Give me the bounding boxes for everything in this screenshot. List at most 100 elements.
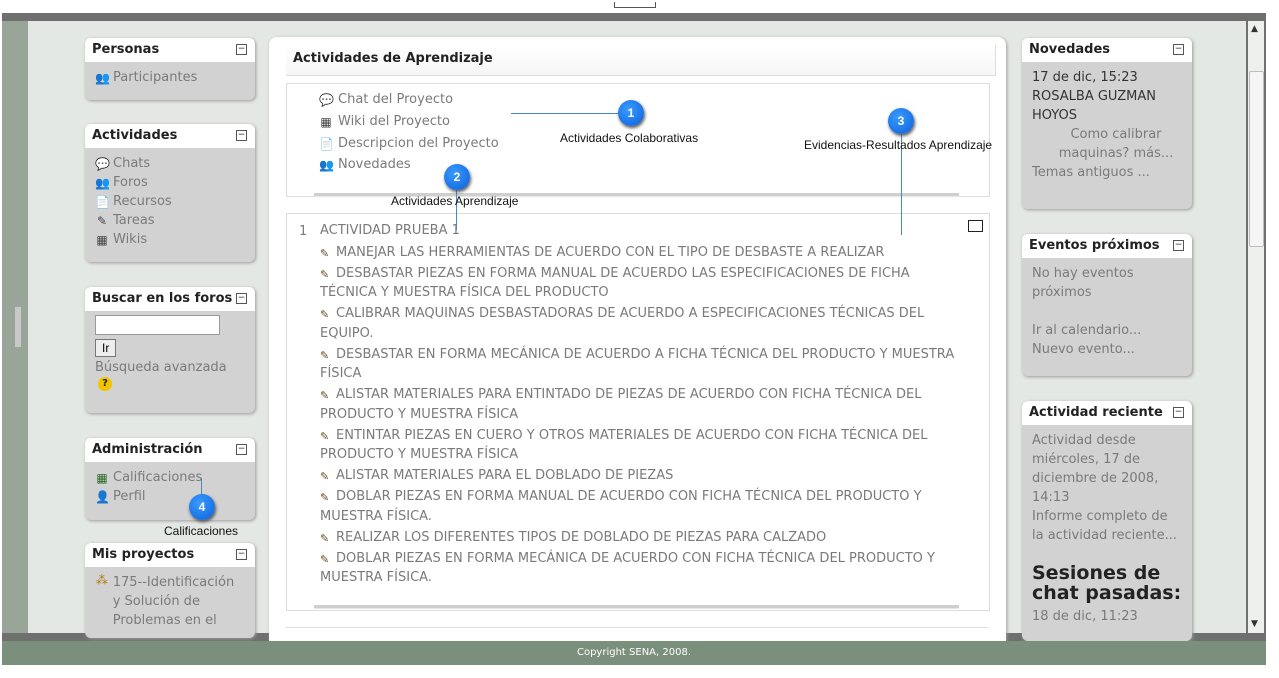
resource-icon: 📄 bbox=[95, 194, 110, 209]
highlight-section-checkbox[interactable] bbox=[968, 220, 983, 232]
users-icon: 👥 bbox=[95, 70, 110, 85]
assignment-link[interactable]: ✎ DOBLAR PIEZAS EN FORMA MANUAL DE ACUERD… bbox=[320, 487, 960, 526]
novedades-forum-link[interactable]: 👥 Novedades bbox=[319, 157, 411, 172]
callout-label-2: Actividades Aprendizaje bbox=[391, 194, 519, 208]
assignment-icon: ✎ bbox=[320, 308, 330, 321]
wiki-proyecto-link[interactable]: ▦ Wiki del Proyecto bbox=[319, 114, 450, 129]
block-eventos: Eventos próximos − No hay eventos próximo… bbox=[1022, 234, 1192, 376]
block-personas: Personas − 👥 Participantes bbox=[85, 38, 255, 100]
calendar-link[interactable]: Ir al calendario... bbox=[1032, 321, 1182, 340]
assignment-icon: ✎ bbox=[320, 389, 330, 402]
assignment-icon: ✎ bbox=[320, 552, 330, 566]
block-title: Administración bbox=[92, 442, 203, 457]
assignment-link[interactable]: ✎ MANEJAR LAS HERRAMIENTAS DE ACUERDO CON… bbox=[320, 243, 960, 263]
section-number: 1 bbox=[299, 224, 308, 239]
block-title: Personas bbox=[92, 42, 160, 57]
activity-link-recursos[interactable]: 📄 Recursos bbox=[95, 192, 245, 211]
assignment-link[interactable]: ✎ REALIZAR LOS DIFERENTES TIPOS DE DOBLAD… bbox=[320, 528, 960, 548]
section-separator bbox=[314, 605, 959, 609]
project-link[interactable]: 175--Identificación y Solución de Proble… bbox=[113, 573, 245, 630]
activity-link-foros[interactable]: 👥 Foros bbox=[95, 173, 245, 192]
callout-label-3: Evidencias-Resultados Aprendizaje bbox=[804, 138, 993, 152]
assignment-link[interactable]: ✎ DOBLAR PIEZAS EN FORMA MECÁNICA DE ACUE… bbox=[320, 549, 960, 588]
new-event-link[interactable]: Nuevo evento... bbox=[1032, 340, 1182, 359]
collapse-toggle[interactable]: − bbox=[1173, 407, 1184, 418]
assignment-icon: ✎ bbox=[320, 246, 330, 260]
block-novedades: Novedades − 17 de dic, 15:23 ROSALBA GUZM… bbox=[1022, 38, 1192, 209]
project-icon: ⁂ bbox=[95, 573, 108, 587]
grades-icon: ▦ bbox=[96, 470, 108, 485]
scroll-down-icon[interactable]: ▼ bbox=[1251, 619, 1258, 629]
grades-link[interactable]: ▦ Calificaciones bbox=[95, 468, 245, 487]
callout-label-1: Actividades Colaborativas bbox=[560, 131, 699, 145]
news-date: 17 de dic, 15:23 bbox=[1032, 70, 1138, 85]
callout-badge-2: 2 bbox=[444, 164, 470, 190]
assignment-link[interactable]: ✎ DESBASTAR EN FORMA MECÁNICA DE ACUERDO … bbox=[320, 345, 960, 384]
recent-since-text: Actividad desde miércoles, 17 de diciemb… bbox=[1032, 433, 1159, 505]
assignment-icon: ✎ bbox=[320, 267, 330, 281]
user-icon: 👤 bbox=[95, 489, 110, 504]
activity-link-wikis[interactable]: ▦ Wikis bbox=[95, 230, 245, 249]
block-title: Novedades bbox=[1029, 42, 1111, 57]
block-title: Mis proyectos bbox=[92, 547, 195, 562]
news-post-link[interactable]: Como calibrar maquinas? más... bbox=[1032, 125, 1182, 163]
full-report-link[interactable]: Informe completo de la actividad recient… bbox=[1032, 507, 1182, 545]
wiki-icon: ▦ bbox=[320, 114, 332, 129]
chat-icon: 💬 bbox=[319, 92, 334, 107]
help-icon[interactable]: ? bbox=[98, 377, 112, 391]
forum-icon: 👥 bbox=[95, 175, 110, 190]
search-go-button[interactable]: Ir bbox=[95, 339, 117, 357]
collapse-handle[interactable] bbox=[15, 307, 21, 347]
profile-link[interactable]: 👤 Perfil bbox=[95, 487, 245, 506]
assignment-link[interactable]: ✎ ALISTAR MATERIALES PARA EL DOBLADO DE P… bbox=[320, 466, 960, 486]
section-title: Actividades de Aprendizaje bbox=[286, 45, 996, 76]
assignment-link[interactable]: ✎ ALISTAR MATERIALES PARA ENTINTADO DE PI… bbox=[320, 385, 960, 424]
scroll-thumb[interactable] bbox=[1249, 71, 1264, 247]
footer-copyright: Copyright SENA, 2008. bbox=[2, 641, 1266, 665]
activity-link-tareas[interactable]: ✎ Tareas bbox=[95, 211, 245, 230]
block-title: Actividades bbox=[92, 128, 178, 143]
callout-label-4: Calificaciones bbox=[164, 524, 239, 538]
assignment-link[interactable]: ✎ DESBASTAR PIEZAS EN FORMA MANUAL DE ACU… bbox=[320, 264, 960, 303]
assignment-link[interactable]: ✎ ENTINTAR PIEZAS EN CUERO Y OTROS MATERI… bbox=[320, 426, 960, 465]
block-title: Actividad reciente bbox=[1029, 405, 1163, 420]
collapse-toggle[interactable]: − bbox=[236, 130, 247, 141]
collapse-toggle[interactable]: − bbox=[236, 444, 247, 455]
older-topics-link[interactable]: Temas antiguos ... bbox=[1032, 163, 1182, 182]
wiki-icon: ▦ bbox=[96, 232, 108, 247]
chat-sessions-heading: Sesiones de chat pasadas: bbox=[1032, 562, 1182, 604]
document-icon: 📄 bbox=[319, 136, 334, 151]
block-mis-proyectos: Mis proyectos − ⁂ 175--Identificación y S… bbox=[85, 543, 255, 638]
assignment-icon: ✎ bbox=[320, 531, 330, 545]
assignment-icon: ✎ bbox=[320, 348, 330, 362]
assignment-link[interactable]: ✎ CALIBRAR MAQUINAS DESBASTADORAS DE ACUE… bbox=[320, 304, 960, 343]
callout-badge-4: 4 bbox=[189, 494, 215, 520]
block-actividad-reciente: Actividad reciente − Actividad desde miér… bbox=[1022, 401, 1192, 641]
scroll-up-icon[interactable]: ▲ bbox=[1251, 24, 1258, 34]
chat-proyecto-link[interactable]: 💬 Chat del Proyecto bbox=[319, 92, 453, 107]
window-drag-handle[interactable] bbox=[614, 2, 656, 8]
collapse-toggle[interactable]: − bbox=[1173, 44, 1184, 55]
collapse-toggle[interactable]: − bbox=[236, 44, 247, 55]
vertical-scrollbar[interactable]: ▲ ▼ bbox=[1248, 21, 1264, 633]
assignment-icon: ✎ bbox=[320, 491, 330, 504]
forum-icon: 👥 bbox=[319, 157, 334, 172]
chat-icon: 💬 bbox=[95, 156, 110, 171]
side-panel-collapse[interactable] bbox=[2, 21, 28, 633]
collapse-toggle[interactable]: − bbox=[236, 293, 247, 304]
activity-link-chats[interactable]: 💬 Chats bbox=[95, 154, 245, 173]
advanced-search-link[interactable]: Búsqueda avanzada bbox=[95, 358, 245, 377]
callout-badge-1: 1 bbox=[618, 100, 644, 126]
section-1: 1 ACTIVIDAD PRUEBA 1 ✎ MANEJAR LAS HERRAM… bbox=[286, 213, 990, 611]
descripcion-proyecto-link[interactable]: 📄 Descripcion del Proyecto bbox=[319, 136, 499, 151]
block-title: Buscar en los foros bbox=[92, 291, 233, 306]
participants-link[interactable]: 👥 Participantes bbox=[95, 68, 245, 87]
collapse-toggle[interactable]: − bbox=[1173, 240, 1184, 251]
assignment-icon: ✎ bbox=[96, 213, 108, 228]
forum-search-input[interactable] bbox=[95, 315, 220, 335]
assignment-icon: ✎ bbox=[320, 429, 330, 443]
collapse-toggle[interactable]: − bbox=[236, 549, 247, 560]
block-administracion: Administración − ▦ Calificaciones 👤 Perfil bbox=[85, 438, 255, 520]
block-actividades: Actividades − 💬 Chats 👥 Foros 📄 Recursos ✎ Ta… bbox=[85, 124, 255, 262]
chat-session-date: 18 de dic, 11:23 bbox=[1032, 609, 1138, 624]
